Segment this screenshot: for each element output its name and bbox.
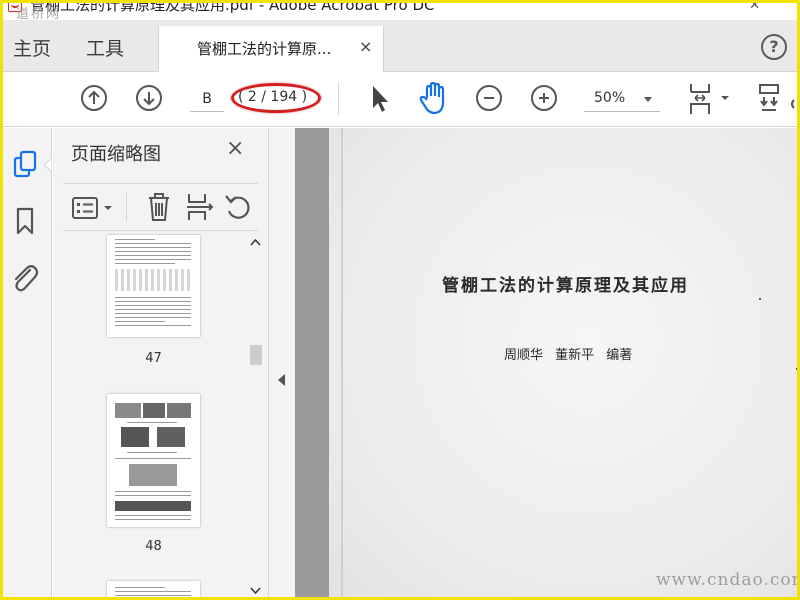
highlight-ellipse [231, 83, 321, 113]
title-bar: 管棚工法的计算原理及其应用.pdf - Adobe Acrobat Pro DC… [0, 0, 800, 20]
fit-page-icon[interactable] [688, 82, 732, 116]
panel-title: 页面缩略图 [71, 144, 161, 165]
thumbnail-page[interactable] [107, 581, 200, 600]
zoom-out-button[interactable] [476, 85, 502, 111]
panel-toolbar [63, 183, 258, 231]
hand-tool-icon[interactable] [418, 82, 450, 116]
page-number-input[interactable]: B [190, 86, 224, 112]
document-tab-label: 管棚工法的计算原... [197, 40, 332, 58]
tab-bar: 主页 工具 管棚工法的计算原... × ? [0, 20, 800, 73]
zoom-in-icon [539, 93, 549, 103]
arrow-down-icon [143, 92, 155, 106]
tab-home[interactable]: 主页 [13, 34, 51, 61]
select-arrow-icon[interactable] [370, 84, 390, 114]
collapse-panel-strip[interactable] [268, 128, 295, 600]
document-title: 管棚工法的计算原理及其应用 [442, 276, 689, 296]
scroll-mode-icon[interactable] [758, 82, 800, 116]
document-view[interactable]: 管棚工法的计算原理及其应用 周顺华 董新平 编著 [295, 128, 800, 600]
thumbnails-panel: 页面缩略图 × 47 48 [53, 128, 268, 600]
next-page-button[interactable] [136, 85, 162, 111]
scroll-up-icon[interactable] [250, 238, 261, 246]
zoom-value: 50% [594, 90, 626, 106]
scan-speck [759, 298, 761, 300]
tab-tools[interactable]: 工具 [86, 34, 124, 61]
thumbnail-page-number: 48 [145, 539, 162, 554]
active-indicator-icon [43, 158, 52, 172]
window-close-button[interactable]: ✕ [749, 0, 760, 13]
scrollbar-thumb[interactable] [250, 345, 262, 365]
window-title: 管棚工法的计算原理及其应用.pdf - Adobe Acrobat Pro DC [30, 0, 435, 14]
arrow-up-icon [88, 90, 100, 104]
zoom-dropdown[interactable]: 50% [584, 86, 660, 112]
document-page: 管棚工法的计算原理及其应用 周顺华 董新平 编著 [329, 128, 800, 600]
attachment-icon[interactable] [10, 262, 40, 294]
scan-speck [796, 368, 798, 370]
page-thumbnails-icon[interactable] [12, 150, 40, 180]
thumbnail-page[interactable] [107, 394, 200, 527]
thumbnail-page-number: 47 [145, 351, 162, 366]
thumbnail-options-icon[interactable] [71, 196, 119, 220]
page-scan-edge [341, 128, 343, 600]
bookmark-icon[interactable] [14, 206, 36, 236]
help-icon[interactable]: ? [761, 34, 787, 60]
thumbnail-scrollbar[interactable] [247, 233, 264, 600]
panel-toolbar-divider [126, 192, 127, 222]
toolbar-divider [338, 82, 339, 116]
chevron-left-icon[interactable] [278, 374, 285, 386]
site-watermark: www.cndao.com [656, 570, 800, 590]
zoom-out-icon [484, 97, 494, 99]
document-authors: 周顺华 董新平 编著 [504, 348, 633, 363]
zoom-in-button[interactable] [531, 85, 557, 111]
close-panel-button[interactable]: × [226, 136, 244, 161]
thumbnail-page[interactable] [107, 235, 200, 337]
rotate-icon[interactable] [223, 192, 253, 222]
toolbar: B ( 2 / 194 ) 50% [0, 72, 800, 127]
chevron-down-icon [644, 97, 652, 102]
logo-watermark: 道桥网 [16, 7, 62, 20]
insert-page-icon[interactable] [185, 192, 215, 222]
close-tab-button[interactable]: × [359, 37, 372, 56]
navigation-rail [0, 128, 52, 600]
tab-document[interactable]: 管棚工法的计算原... × [158, 26, 384, 73]
prev-page-button[interactable] [81, 85, 107, 111]
thumbnail-list: 47 48 [53, 233, 268, 600]
trash-icon[interactable] [145, 192, 173, 222]
scroll-down-icon[interactable] [250, 587, 261, 595]
